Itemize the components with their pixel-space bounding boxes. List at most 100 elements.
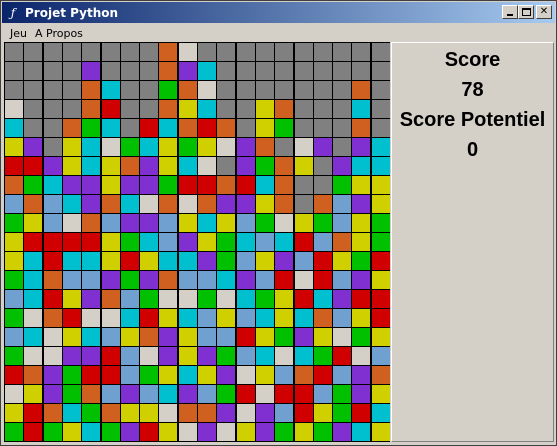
board-cell[interactable]	[62, 100, 81, 118]
board-cell[interactable]	[294, 252, 313, 270]
board-cell[interactable]	[333, 138, 352, 156]
board-cell[interactable]	[198, 423, 216, 441]
board-cell[interactable]	[275, 233, 294, 251]
board-cell[interactable]	[101, 233, 120, 251]
board-cell[interactable]	[236, 81, 255, 99]
board-cell[interactable]	[140, 157, 159, 175]
board-cell[interactable]	[178, 214, 197, 232]
board-cell[interactable]	[294, 43, 313, 61]
board-cell[interactable]	[24, 328, 43, 346]
board-cell[interactable]	[24, 157, 43, 175]
board-cell[interactable]	[255, 328, 274, 346]
board-cell[interactable]	[313, 328, 332, 346]
board-cell[interactable]	[217, 43, 236, 61]
minimize-button[interactable]	[502, 5, 518, 19]
board-cell[interactable]	[178, 157, 197, 175]
board-cell[interactable]	[371, 43, 390, 61]
board-cell[interactable]	[236, 100, 255, 118]
board-cell[interactable]	[62, 385, 81, 403]
board-cell[interactable]	[43, 195, 62, 213]
board-cell[interactable]	[5, 157, 23, 175]
board-cell[interactable]	[62, 252, 81, 270]
board-cell[interactable]	[275, 404, 294, 422]
board-cell[interactable]	[43, 214, 62, 232]
board-cell[interactable]	[217, 385, 236, 403]
board-cell[interactable]	[178, 328, 197, 346]
board-cell[interactable]	[140, 176, 159, 194]
board-cell[interactable]	[62, 347, 81, 365]
board-cell[interactable]	[82, 423, 101, 441]
board-cell[interactable]	[371, 347, 390, 365]
board-cell[interactable]	[198, 195, 216, 213]
board-cell[interactable]	[217, 404, 236, 422]
board-cell[interactable]	[5, 43, 23, 61]
board-cell[interactable]	[217, 119, 236, 137]
board-cell[interactable]	[62, 309, 81, 327]
board-cell[interactable]	[62, 233, 81, 251]
board-cell[interactable]	[255, 195, 274, 213]
board-cell[interactable]	[198, 271, 216, 289]
board-cell[interactable]	[236, 347, 255, 365]
board-cell[interactable]	[24, 366, 43, 384]
board-cell[interactable]	[217, 214, 236, 232]
board-cell[interactable]	[140, 43, 159, 61]
board-cell[interactable]	[217, 309, 236, 327]
board-cell[interactable]	[5, 271, 23, 289]
board-cell[interactable]	[275, 119, 294, 137]
board-cell[interactable]	[82, 233, 101, 251]
board-cell[interactable]	[101, 385, 120, 403]
board-cell[interactable]	[120, 347, 139, 365]
board-cell[interactable]	[236, 138, 255, 156]
menu-jeu[interactable]: Jeu	[2, 27, 33, 40]
board-cell[interactable]	[255, 347, 274, 365]
board-cell[interactable]	[294, 81, 313, 99]
board-cell[interactable]	[24, 195, 43, 213]
board-cell[interactable]	[159, 119, 178, 137]
board-cell[interactable]	[255, 233, 274, 251]
board-cell[interactable]	[236, 195, 255, 213]
board-cell[interactable]	[313, 81, 332, 99]
board-cell[interactable]	[62, 176, 81, 194]
board-cell[interactable]	[140, 100, 159, 118]
board-cell[interactable]	[371, 404, 390, 422]
board-cell[interactable]	[217, 176, 236, 194]
board-cell[interactable]	[294, 138, 313, 156]
board-cell[interactable]	[275, 100, 294, 118]
board-cell[interactable]	[294, 366, 313, 384]
board-cell[interactable]	[43, 309, 62, 327]
board-cell[interactable]	[43, 328, 62, 346]
board-cell[interactable]	[5, 252, 23, 270]
board-cell[interactable]	[294, 309, 313, 327]
board-cell[interactable]	[275, 309, 294, 327]
board-cell[interactable]	[178, 366, 197, 384]
board-cell[interactable]	[217, 233, 236, 251]
board-cell[interactable]	[43, 233, 62, 251]
board-cell[interactable]	[236, 214, 255, 232]
board-cell[interactable]	[24, 385, 43, 403]
board-cell[interactable]	[159, 271, 178, 289]
board-cell[interactable]	[313, 138, 332, 156]
board-cell[interactable]	[236, 328, 255, 346]
board-cell[interactable]	[5, 385, 23, 403]
title-bar[interactable]: ƒ Projet Python ✕	[2, 2, 555, 23]
board-cell[interactable]	[120, 385, 139, 403]
board-cell[interactable]	[294, 233, 313, 251]
board-cell[interactable]	[140, 404, 159, 422]
board-cell[interactable]	[217, 81, 236, 99]
board-cell[interactable]	[371, 252, 390, 270]
board-cell[interactable]	[140, 309, 159, 327]
board-cell[interactable]	[294, 404, 313, 422]
board-cell[interactable]	[313, 100, 332, 118]
board-cell[interactable]	[62, 366, 81, 384]
board-cell[interactable]	[62, 62, 81, 80]
board-cell[interactable]	[236, 309, 255, 327]
board-cell[interactable]	[198, 157, 216, 175]
board-cell[interactable]	[178, 385, 197, 403]
board-cell[interactable]	[333, 423, 352, 441]
board-cell[interactable]	[178, 309, 197, 327]
board-cell[interactable]	[140, 385, 159, 403]
board-cell[interactable]	[371, 62, 390, 80]
board-cell[interactable]	[82, 385, 101, 403]
board-cell[interactable]	[236, 233, 255, 251]
board-cell[interactable]	[217, 252, 236, 270]
